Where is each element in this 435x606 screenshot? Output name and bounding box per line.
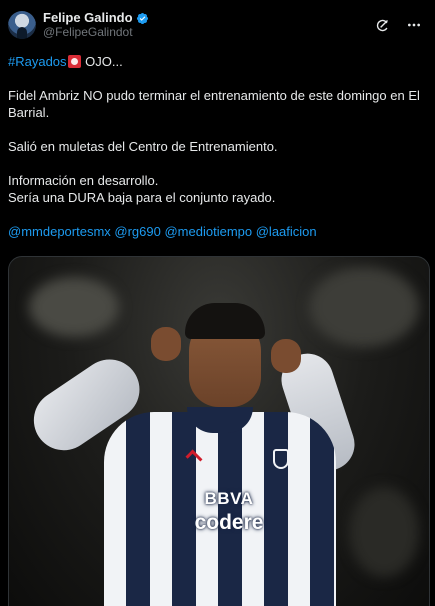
- tweet-line-hashtag: #Rayados OJO...: [8, 53, 421, 70]
- more-icon[interactable]: [405, 16, 423, 34]
- tweet: Felipe Galindo @FelipeGalindot #Rayados …: [0, 0, 435, 606]
- author-info: Felipe Galindo @FelipeGalindot: [43, 11, 149, 39]
- siren-emoji-icon: [67, 55, 81, 68]
- sponsor-bbva: BBVA: [204, 489, 254, 508]
- avatar[interactable]: [8, 11, 36, 39]
- user-handle[interactable]: @FelipeGalindot: [43, 25, 149, 39]
- player-right-hand: [271, 339, 301, 373]
- mention-link[interactable]: @mmdeportesmx: [8, 224, 111, 239]
- player-hair: [185, 303, 265, 339]
- jersey-sponsors: BBVA codere: [179, 489, 279, 535]
- club-crest-icon: [273, 449, 289, 469]
- tweet-text: #Rayados OJO... Fidel Ambriz NO pudo ter…: [8, 53, 427, 240]
- mentions: @mmdeportesmx @rg690 @mediotiempo @laafi…: [8, 223, 421, 240]
- background-light: [349, 487, 419, 577]
- tweet-text-ojo: OJO...: [81, 54, 123, 69]
- tweet-line-2: Salió en muletas del Centro de Entrenami…: [8, 139, 278, 154]
- tweet-line-1: Fidel Ambriz NO pudo terminar el entrena…: [8, 88, 420, 120]
- verified-badge-icon: [136, 12, 148, 24]
- header-actions: [373, 16, 427, 34]
- mention-link[interactable]: @laaficion: [256, 224, 317, 239]
- tweet-photo[interactable]: BBVA codere: [8, 256, 430, 606]
- tweet-line-3: Información en desarrollo.: [8, 173, 159, 188]
- display-name[interactable]: Felipe Galindo: [43, 11, 133, 25]
- grok-icon[interactable]: [373, 16, 391, 34]
- mention-link[interactable]: @rg690: [114, 224, 160, 239]
- player-left-hand: [151, 327, 181, 361]
- tweet-line-4: Sería una DURA baja para el conjunto ray…: [8, 190, 276, 205]
- name-row: Felipe Galindo: [43, 11, 149, 25]
- background-light: [309, 267, 419, 347]
- hashtag-link[interactable]: #Rayados: [8, 54, 67, 69]
- mention-link[interactable]: @mediotiempo: [164, 224, 252, 239]
- tweet-header: Felipe Galindo @FelipeGalindot: [8, 8, 427, 42]
- background-light: [29, 277, 119, 337]
- sponsor-codere: codere: [194, 511, 264, 534]
